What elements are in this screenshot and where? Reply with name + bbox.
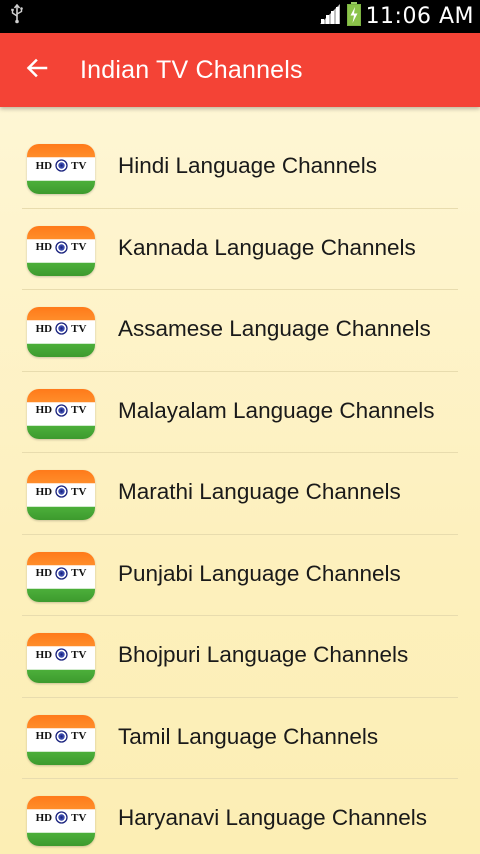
list-item-bhojpuri[interactable]: HD TV Bhojpuri Language Channels — [0, 616, 480, 698]
list-item-label: Assamese Language Channels — [118, 316, 431, 341]
logo-tv-text: TV — [71, 730, 87, 742]
hd-tv-logo: HD TV — [27, 633, 95, 683]
logo-tv-text: TV — [71, 648, 87, 661]
list-item-label: Hindi Language Channels — [118, 153, 377, 178]
logo-tv-text: TV — [71, 159, 87, 172]
hd-tv-logo: HD TV — [27, 470, 95, 520]
list-item-malayalam[interactable]: HD TV Malayalam Language Channels — [0, 372, 480, 454]
list-item-label: Marathi Language Channels — [118, 479, 401, 504]
list-item-marathi[interactable]: HD TV Marathi Language Channels — [0, 453, 480, 535]
logo-tv-text: TV — [71, 404, 87, 416]
status-time: 11:06 AM — [365, 4, 474, 29]
logo-tv-text: TV — [71, 241, 87, 253]
channel-category-list: HD TV Hindi Language Channels HD TV Kann… — [0, 107, 480, 854]
logo-tv-text: TV — [71, 485, 87, 498]
logo-hd-text: HD — [35, 404, 53, 416]
logo-hd-text: HD — [35, 241, 53, 253]
hd-tv-logo: HD TV — [27, 796, 95, 846]
hd-tv-logo: HD TV — [27, 144, 95, 194]
signal-strength-icon — [318, 3, 342, 30]
list-item-haryanavi[interactable]: HD TV Haryanavi Language Channels — [0, 779, 480, 854]
list-item-label: Haryanavi Language Channels — [118, 805, 427, 830]
logo-hd-text: HD — [35, 811, 53, 824]
hd-tv-logo: HD TV — [27, 388, 95, 439]
usb-icon — [10, 3, 24, 29]
logo-hd-text: HD — [35, 159, 53, 172]
logo-hd-text: HD — [35, 730, 53, 742]
list-item-hindi[interactable]: HD TV Hindi Language Channels — [0, 127, 480, 209]
logo-tv-text: TV — [71, 322, 87, 335]
list-item-label: Malayalam Language Channels — [118, 397, 435, 423]
ashoka-chakra-icon — [55, 648, 68, 661]
ashoka-chakra-icon — [55, 811, 68, 824]
hd-tv-logo: HD TV — [27, 551, 95, 602]
list-item-label: Punjabi Language Channels — [118, 560, 401, 586]
logo-hd-text: HD — [35, 567, 53, 579]
logo-hd-text: HD — [35, 648, 53, 661]
ashoka-chakra-icon — [55, 403, 68, 417]
arrow-back-icon — [25, 56, 49, 85]
list-item-tamil[interactable]: HD TV Tamil Language Channels — [0, 698, 480, 780]
ashoka-chakra-icon — [55, 566, 68, 580]
logo-hd-text: HD — [35, 322, 53, 335]
ashoka-chakra-icon — [55, 240, 68, 254]
battery-charging-icon — [346, 2, 361, 31]
ashoka-chakra-icon — [55, 485, 68, 498]
hd-tv-logo: HD TV — [27, 307, 95, 357]
app-bar: Indian TV Channels — [0, 33, 480, 107]
logo-hd-text: HD — [35, 485, 53, 498]
ashoka-chakra-icon — [55, 729, 68, 743]
hd-tv-logo: HD TV — [27, 225, 95, 276]
list-item-punjabi[interactable]: HD TV Punjabi Language Channels — [0, 535, 480, 617]
logo-tv-text: TV — [71, 567, 87, 579]
list-item-label: Kannada Language Channels — [118, 234, 416, 260]
hd-tv-logo: HD TV — [27, 714, 95, 765]
list-item-assamese[interactable]: HD TV Assamese Language Channels — [0, 290, 480, 372]
status-bar: 11:06 AM — [0, 0, 480, 33]
list-item-kannada[interactable]: HD TV Kannada Language Channels — [0, 209, 480, 291]
ashoka-chakra-icon — [55, 322, 68, 335]
page-title: Indian TV Channels — [80, 55, 303, 84]
back-button[interactable] — [0, 33, 74, 107]
ashoka-chakra-icon — [55, 159, 68, 172]
logo-tv-text: TV — [71, 811, 87, 824]
list-item-label: Bhojpuri Language Channels — [118, 642, 409, 667]
list-item-label: Tamil Language Channels — [118, 723, 379, 749]
